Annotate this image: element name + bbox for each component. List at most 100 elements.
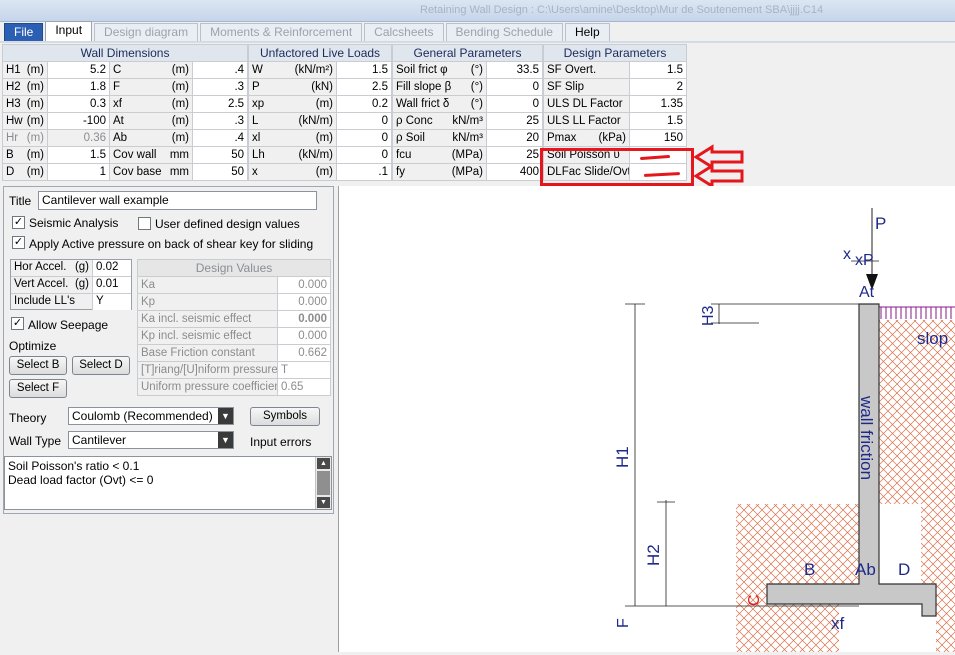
scroll-up-icon[interactable]: ▲ xyxy=(317,458,330,469)
gp-rho-soil-input[interactable]: 20 xyxy=(485,129,544,147)
wd-label: H1 (m) xyxy=(2,61,48,79)
wd-at-input[interactable]: .3 xyxy=(191,112,249,130)
tab-calcsheets[interactable]: Calcsheets xyxy=(364,23,444,42)
title-input[interactable]: Cantilever wall example xyxy=(38,191,317,210)
dp-sf-overturning-input[interactable]: 1.5 xyxy=(629,61,687,79)
hor-accel-input[interactable]: 0.02 xyxy=(93,260,131,277)
label-h2: H2 xyxy=(644,544,663,566)
ll-label: xl (m) xyxy=(248,129,337,147)
gp-label: Fill slope β (°) xyxy=(392,78,487,96)
wd-hw-input[interactable]: -100 xyxy=(47,112,110,130)
wd-cov-base-input[interactable]: 50 xyxy=(191,163,249,181)
label-ab: Ab xyxy=(855,560,876,579)
select-b-button[interactable]: Select B xyxy=(9,356,67,375)
ll-xl-input[interactable]: 0 xyxy=(335,129,393,147)
wd-label: B (m) xyxy=(2,146,48,164)
wd-cov-wall-input[interactable]: 50 xyxy=(191,146,249,164)
gp-rho-conc-input[interactable]: 25 xyxy=(485,112,544,130)
window-title: Retaining Wall Design : C:\Users\amine\D… xyxy=(420,4,824,16)
gp-wall-friction-input[interactable]: 0 xyxy=(485,95,544,113)
include-ll-label: Include LL's xyxy=(11,294,93,310)
ll-p-input[interactable]: 2.5 xyxy=(335,78,393,96)
active-pressure-label: Apply Active pressure on back of shear k… xyxy=(29,237,314,251)
wall-type-select[interactable]: Cantilever xyxy=(68,431,234,449)
ll-label: Lh (kN/m) xyxy=(248,146,337,164)
allow-seepage-checkbox[interactable]: ✓ xyxy=(11,317,24,330)
dp-label: SF Slip xyxy=(543,78,630,96)
wd-h3-input[interactable]: 0.3 xyxy=(47,95,110,113)
tab-bending-schedule[interactable]: Bending Schedule xyxy=(445,23,563,42)
wd-label: Hw (m) xyxy=(2,112,48,130)
ll-l-input[interactable]: 0 xyxy=(335,112,393,130)
live-loads-table: Unfactored Live Loads W (kN/m²) 1.5 P (kN) 2… xyxy=(247,44,393,181)
dv-value: 0.000 xyxy=(277,293,331,311)
select-f-button[interactable]: Select F xyxy=(9,379,67,398)
wd-d-input[interactable]: 1 xyxy=(47,163,110,181)
user-defined-checkbox[interactable] xyxy=(138,217,151,230)
allow-seepage-label: Allow Seepage xyxy=(28,318,109,332)
seismic-label: Seismic Analysis xyxy=(29,216,119,230)
wd-b-input[interactable]: 1.5 xyxy=(47,146,110,164)
wall-diagram-svg: P x xP At slop H3 H1 H2 F C wall frictio… xyxy=(613,208,955,652)
errors-scrollbar[interactable]: ▲ ▼ xyxy=(315,457,331,509)
ll-lh-input[interactable]: 0 xyxy=(335,146,393,164)
gp-fill-slope-input[interactable]: 0 xyxy=(485,78,544,96)
menu-file[interactable]: File xyxy=(4,23,44,42)
symbols-button[interactable]: Symbols xyxy=(250,407,320,426)
dp-sf-slip-input[interactable]: 2 xyxy=(629,78,687,96)
vert-accel-input[interactable]: 0.01 xyxy=(93,277,131,294)
menu-help[interactable]: Help xyxy=(564,23,610,42)
label-h1: H1 xyxy=(613,446,632,468)
design-values-table: Design Values Ka 0.000 Kp 0.000 Ka incl. s… xyxy=(137,259,331,396)
red-arrow-upper xyxy=(694,144,744,170)
red-arrows xyxy=(694,144,744,189)
wd-h1-input[interactable]: 5.2 xyxy=(47,61,110,79)
scroll-thumb[interactable] xyxy=(317,471,330,495)
wd-ab-input[interactable]: .4 xyxy=(191,129,249,147)
error-item: Soil Poisson's ratio < 0.1 xyxy=(8,459,140,473)
tab-moments-reinforcement[interactable]: Moments & Reinforcement xyxy=(200,23,363,42)
seismic-checkbox[interactable]: ✓ xyxy=(12,216,25,229)
wd-c-input[interactable]: .4 xyxy=(191,61,249,79)
errors-list[interactable]: Soil Poisson's ratio < 0.1 Dead load fac… xyxy=(4,456,332,510)
include-ll-input[interactable]: Y xyxy=(93,294,131,310)
title-bar: Retaining Wall Design : C:\Users\amine\D… xyxy=(0,0,955,22)
gp-fy-input[interactable]: 400 xyxy=(485,163,544,181)
chevron-down-icon[interactable]: ▼ xyxy=(218,432,233,448)
input-errors-label: Input errors xyxy=(250,435,312,449)
dp-uls-ll-factor-input[interactable]: 1.5 xyxy=(629,112,687,130)
dv-value: 0.000 xyxy=(277,276,331,294)
general-parameters-title: General Parameters xyxy=(391,44,544,62)
dv-label: Kp incl. seismic effect xyxy=(137,327,278,345)
wd-label: Ab (m) xyxy=(109,129,193,147)
chevron-down-icon[interactable]: ▼ xyxy=(218,408,233,424)
dp-label: SF Overt. xyxy=(543,61,630,79)
wd-xf-input[interactable]: 2.5 xyxy=(191,95,249,113)
active-pressure-checkbox[interactable]: ✓ xyxy=(12,236,25,249)
wd-h2-input[interactable]: 1.8 xyxy=(47,78,110,96)
gp-label: fy (MPa) xyxy=(392,163,487,181)
ll-x-input[interactable]: .1 xyxy=(335,163,393,181)
ll-xp-input[interactable]: 0.2 xyxy=(335,95,393,113)
label-b: B xyxy=(804,560,815,579)
error-item: Dead load factor (Ovt) <= 0 xyxy=(8,473,154,487)
wall-dimensions-title: Wall Dimensions xyxy=(1,44,249,62)
label-c: C xyxy=(746,594,763,606)
hor-accel-label: Hor Accel. (g) xyxy=(11,260,93,277)
wd-f-input[interactable]: .3 xyxy=(191,78,249,96)
tab-input[interactable]: Input xyxy=(45,21,93,42)
gp-fcu-input[interactable]: 25 xyxy=(485,146,544,164)
gp-soil-friction-input[interactable]: 33.5 xyxy=(485,61,544,79)
dp-uls-dl-factor-input[interactable]: 1.35 xyxy=(629,95,687,113)
ll-w-input[interactable]: 1.5 xyxy=(335,61,393,79)
dv-value: T xyxy=(277,361,331,379)
theory-select[interactable]: Coulomb (Recommended) xyxy=(68,407,234,425)
label-x: x xyxy=(843,246,851,263)
ll-label: xp (m) xyxy=(248,95,337,113)
tab-design-diagram[interactable]: Design diagram xyxy=(94,23,199,42)
select-d-button[interactable]: Select D xyxy=(72,356,130,375)
scroll-down-icon[interactable]: ▼ xyxy=(317,497,330,508)
accel-group: Hor Accel. (g) 0.02 Vert Accel. (g) 0.01 I… xyxy=(10,259,132,310)
dp-pmax-input[interactable]: 150 xyxy=(629,129,687,147)
dv-value: 0.000 xyxy=(277,327,331,345)
